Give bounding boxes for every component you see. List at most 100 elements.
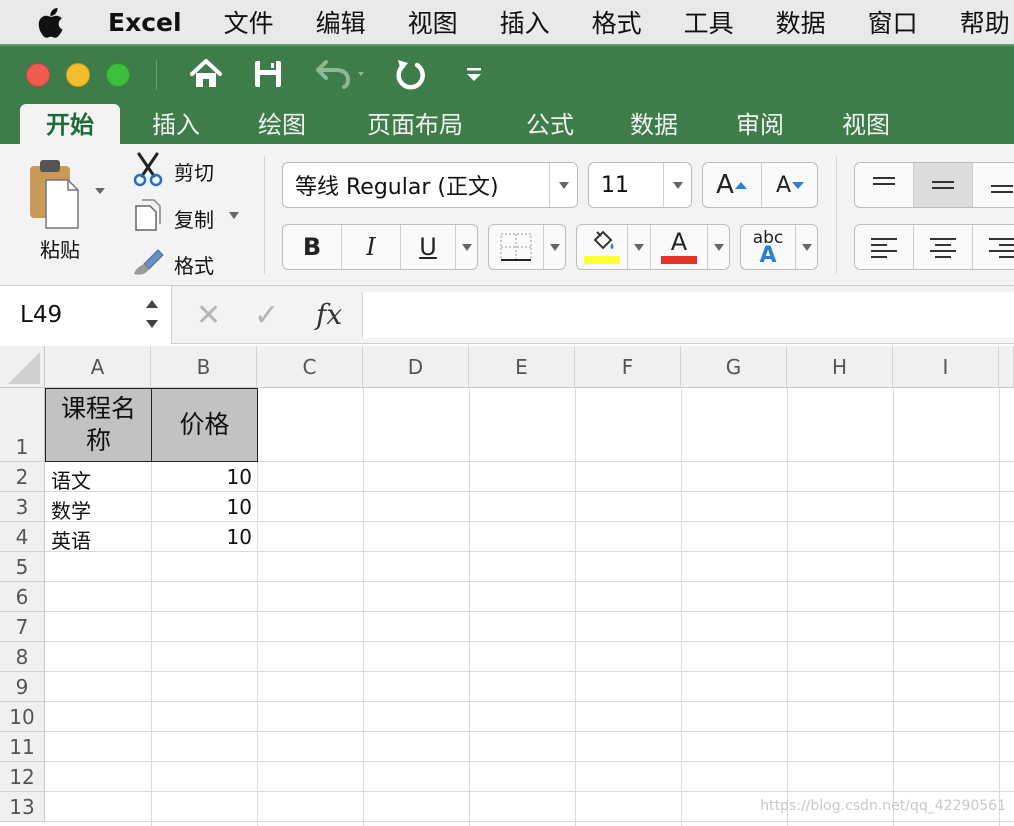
confirm-entry-icon[interactable]: ✓ <box>254 298 279 333</box>
row-header-8[interactable]: 8 <box>0 642 45 672</box>
undo-icon[interactable] <box>312 56 370 92</box>
font-name-dropdown-icon[interactable] <box>549 163 577 207</box>
row-header-5[interactable]: 5 <box>0 552 45 582</box>
copy-label[interactable]: 复制 <box>174 204 214 233</box>
fill-color-button[interactable] <box>577 225 627 269</box>
window-close-button[interactable] <box>26 63 50 87</box>
copy-icon[interactable] <box>132 198 164 232</box>
align-center-button[interactable] <box>914 225 972 269</box>
row-header-6[interactable]: 6 <box>0 582 45 612</box>
row-header-1[interactable]: 1 <box>0 388 45 462</box>
apple-logo-icon[interactable] <box>38 6 72 38</box>
underline-button[interactable]: U <box>401 225 455 269</box>
italic-button[interactable]: I <box>342 225 400 269</box>
format-painter-icon[interactable] <box>130 246 166 278</box>
tab-insert[interactable]: 插入 <box>130 104 222 146</box>
font-size-select[interactable]: 11 <box>588 162 692 208</box>
menu-file[interactable]: 文件 <box>224 4 274 40</box>
row-header-3[interactable]: 3 <box>0 492 45 522</box>
cell-b3[interactable]: 10 <box>151 495 252 519</box>
cell-b1-text: 价格 <box>179 410 230 439</box>
font-size-dropdown-icon[interactable] <box>663 163 691 207</box>
column-header-f[interactable]: F <box>575 346 681 388</box>
underline-dropdown-icon[interactable] <box>456 225 478 269</box>
cell-a3[interactable]: 数学 <box>51 495 91 524</box>
borders-dropdown-icon[interactable] <box>544 225 566 269</box>
name-box-stepper-icon[interactable] <box>144 296 160 332</box>
menu-tools[interactable]: 工具 <box>684 4 734 40</box>
home-icon[interactable] <box>188 56 224 92</box>
formula-input[interactable] <box>362 292 1014 338</box>
row-header-11[interactable]: 11 <box>0 732 45 762</box>
cut-icon[interactable] <box>132 152 164 188</box>
cut-label[interactable]: 剪切 <box>174 157 214 186</box>
save-icon[interactable] <box>250 56 286 92</box>
tab-home[interactable]: 开始 <box>20 104 120 146</box>
align-left-button[interactable] <box>855 225 913 269</box>
tab-review[interactable]: 审阅 <box>714 104 806 146</box>
cell-b1[interactable]: 价格 <box>151 388 258 462</box>
column-header-h[interactable]: H <box>787 346 893 388</box>
column-header-a[interactable]: A <box>45 346 151 388</box>
menu-data[interactable]: 数据 <box>776 4 826 40</box>
borders-button[interactable] <box>488 224 566 270</box>
align-top-icon <box>873 177 895 185</box>
column-header-g[interactable]: G <box>681 346 787 388</box>
redo-icon[interactable] <box>392 56 430 92</box>
align-top-button[interactable] <box>855 163 913 207</box>
font-name-select[interactable]: 等线 Regular (正文) <box>282 162 578 208</box>
menu-app-name[interactable]: Excel <box>108 8 182 37</box>
column-header-i[interactable]: I <box>893 346 999 388</box>
insert-function-icon[interactable]: fx <box>316 298 342 331</box>
tab-formulas[interactable]: 公式 <box>504 104 596 146</box>
menu-insert[interactable]: 插入 <box>500 4 550 40</box>
tab-page-layout[interactable]: 页面布局 <box>348 104 482 146</box>
cell-b4[interactable]: 10 <box>151 525 252 549</box>
format-painter-label[interactable]: 格式 <box>174 250 214 279</box>
column-header-c[interactable]: C <box>257 346 363 388</box>
font-name-value: 等线 Regular (正文) <box>295 175 499 200</box>
font-color-button[interactable]: A <box>651 225 707 269</box>
column-header-j[interactable] <box>999 346 1014 388</box>
cell-a2[interactable]: 语文 <box>51 465 91 494</box>
row-header-7[interactable]: 7 <box>0 612 45 642</box>
window-minimize-button[interactable] <box>66 63 90 87</box>
cell-a4[interactable]: 英语 <box>51 525 91 554</box>
row-header-2[interactable]: 2 <box>0 462 45 492</box>
name-box[interactable]: L49 <box>0 286 172 344</box>
cancel-entry-icon[interactable]: ✕ <box>196 298 221 333</box>
tab-data[interactable]: 数据 <box>608 104 700 146</box>
customize-toolbar-icon[interactable] <box>462 56 486 92</box>
increase-font-size-button[interactable]: A <box>703 163 761 207</box>
align-right-button[interactable] <box>973 225 1014 269</box>
column-header-b[interactable]: B <box>151 346 257 388</box>
phonetic-guide-button[interactable]: abc A <box>740 224 818 270</box>
column-header-e[interactable]: E <box>469 346 575 388</box>
tab-draw[interactable]: 绘图 <box>236 104 328 146</box>
copy-dropdown-icon[interactable] <box>229 212 239 219</box>
align-middle-button[interactable] <box>914 163 972 207</box>
menu-format[interactable]: 格式 <box>592 4 642 40</box>
menu-view[interactable]: 视图 <box>408 4 458 40</box>
row-header-10[interactable]: 10 <box>0 702 45 732</box>
window-zoom-button[interactable] <box>106 63 130 87</box>
cell-b2[interactable]: 10 <box>151 465 252 489</box>
select-all-button[interactable] <box>0 346 45 388</box>
decrease-font-size-button[interactable]: A <box>762 163 819 207</box>
row-header-13[interactable]: 13 <box>0 792 45 822</box>
row-header-9[interactable]: 9 <box>0 672 45 702</box>
row-header-4[interactable]: 4 <box>0 522 45 552</box>
menu-window[interactable]: 窗口 <box>868 4 918 40</box>
column-header-d[interactable]: D <box>363 346 469 388</box>
row-header-12[interactable]: 12 <box>0 762 45 792</box>
align-bottom-button[interactable] <box>973 163 1014 207</box>
tab-view[interactable]: 视图 <box>820 104 912 146</box>
phonetic-dropdown-icon[interactable] <box>796 225 818 269</box>
cell-a1[interactable]: 课程名 称 <box>45 388 152 462</box>
font-color-dropdown-icon[interactable] <box>708 225 730 269</box>
menu-edit[interactable]: 编辑 <box>316 4 366 40</box>
fill-color-dropdown-icon[interactable] <box>628 225 650 269</box>
menu-help[interactable]: 帮助 <box>960 4 1010 40</box>
paste-button[interactable] <box>24 156 112 240</box>
bold-button[interactable]: B <box>283 225 341 269</box>
